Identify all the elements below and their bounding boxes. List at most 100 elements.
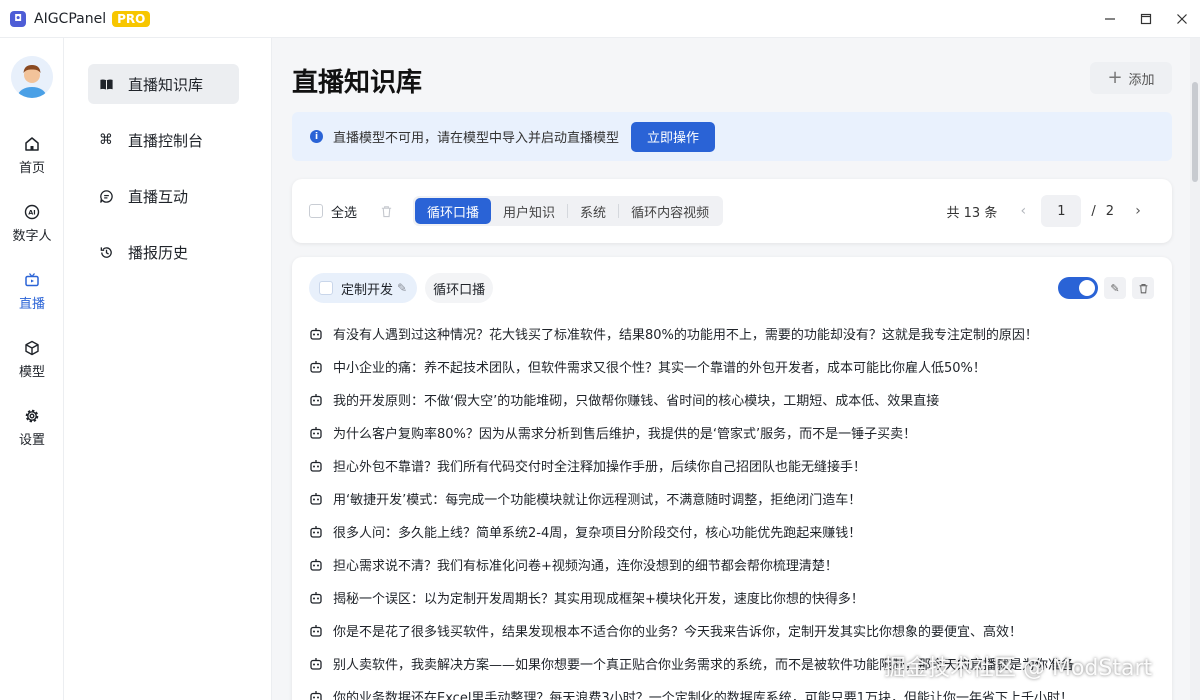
model-unavailable-alert: i 直播模型不可用，请在模型中导入并启动直播模型 立即操作 [292,112,1172,161]
list-item: 揭秘一个误区：以为定制开发周期长？其实用现成框架+模块化开发，速度比你想的快得多… [309,581,1159,614]
avatar[interactable] [11,56,53,98]
list-item-text: 有没有人遇到过这种情况？花大钱买了标准软件，结果80%的功能用不上，需要的功能却… [333,328,1038,343]
card-title: 定制开发 [341,282,394,298]
robot-icon [310,558,322,571]
tab-system[interactable]: 系统 [568,198,618,224]
robot-icon [310,393,322,406]
subnav-item-history[interactable]: 播报历史 [88,232,239,272]
rail-item-label: 模型 [18,364,45,380]
tab-user-knowledge[interactable]: 用户知识 [491,198,567,224]
list-toolbar: 全选 循环口播 用户知识 系统 循环内容视频 共 13 条 ‹ 1 / 2 › [292,179,1172,243]
secondary-nav: 直播知识库 ⌘ 直播控制台 直播互动 播报历史 [64,38,272,700]
info-icon: i [310,130,323,143]
ai-icon: AI [23,203,41,221]
rail-item-digital-human[interactable]: AI 数字人 [0,194,64,252]
add-button[interactable]: + 添加 [1090,62,1172,94]
list-item-text: 很多人问：多久能上线？简单系统2-4周，复杂项目分阶段交付，核心功能优先跑起来赚… [333,526,862,541]
page-input[interactable]: 1 [1041,195,1082,227]
pro-badge: PRO [112,10,151,27]
scrollbar-thumb[interactable] [1192,82,1198,182]
tab-loop-broadcast[interactable]: 循环口播 [415,198,492,224]
maximize-icon[interactable] [1128,0,1164,38]
trash-icon [1139,283,1147,293]
list-item: 中小企业的痛：养不起技术团队，但软件需求又很个性？其实一个靠谱的外包开发者，成本… [309,350,1159,383]
add-button-label: 添加 [1128,72,1155,88]
tab-loop-video[interactable]: 循环内容视频 [619,198,721,224]
pencil-icon[interactable]: ✎ [397,281,407,295]
robot-icon [310,591,322,604]
list-item-text: 中小企业的痛：养不起技术团队，但软件需求又很个性？其实一个靠谱的外包开发者，成本… [333,361,986,376]
card-title-tag[interactable]: 定制开发 ✎ [309,273,418,303]
rail-item-label: 直播 [18,296,45,312]
subnav-item-label: 直播互动 [128,187,189,206]
subnav-item-label: 直播知识库 [128,75,204,94]
list-item: 很多人问：多久能上线？简单系统2-4周，复杂项目分阶段交付，核心功能优先跑起来赚… [309,515,1159,548]
command-icon: ⌘ [99,132,113,148]
list-item: 为什么客户复购率80%？因为从需求分析到售后维护，我提供的是‘管家式’服务，而不… [309,416,1159,449]
watermark: 掘金技术社区 @ ModStart [884,656,1153,681]
enable-toggle[interactable] [1058,277,1098,299]
main-content: 直播知识库 + 添加 i 直播模型不可用，请在模型中导入并启动直播模型 立即操作… [273,38,1190,700]
plus-icon: + [1107,67,1123,88]
list-item-text: 为什么客户复购率80%？因为从需求分析到售后维护，我提供的是‘管家式’服务，而不… [333,427,917,442]
subnav-item-knowledge-base[interactable]: 直播知识库 [88,64,239,104]
rail-item-label: 设置 [18,432,45,448]
page-title: 直播知识库 [292,68,423,98]
close-icon[interactable] [1164,0,1200,38]
subnav-item-console[interactable]: ⌘ 直播控制台 [88,120,239,160]
rail-item-home[interactable]: 首页 [0,126,64,184]
prev-page-icon[interactable]: ‹ [1011,203,1035,219]
pagination: 共 13 条 ‹ 1 / 2 › [947,179,1150,243]
alert-text: 直播模型不可用，请在模型中导入并启动直播模型 [333,131,620,146]
act-now-button[interactable]: 立即操作 [631,121,716,152]
minimize-icon[interactable] [1092,0,1128,38]
rail-item-settings[interactable]: 设置 [0,398,64,456]
robot-icon [310,624,322,637]
tv-icon [23,271,41,289]
rail-item-model[interactable]: 模型 [0,330,64,388]
list-item-text: 你的业务数据还在Excel里手动整理？每天浪费3小时？一个定制化的数据库系统，可… [333,691,1073,700]
app-name: AIGCPanel [34,10,107,27]
select-all-checkbox[interactable]: 全选 [309,202,357,221]
robot-icon [310,690,322,700]
list-item: 有没有人遇到过这种情况？花大钱买了标准软件，结果80%的功能用不上，需要的功能却… [309,317,1159,350]
page-count: 2 [1105,203,1114,219]
page-separator: / [1091,203,1096,219]
list-item-text: 揭秘一个误区：以为定制开发周期长？其实用现成框架+模块化开发，速度比你想的快得多… [333,592,864,607]
list-item: 我的开发原则：不做‘假大空’的功能堆砌，只做帮你赚钱、省时间的核心模块，工期短、… [309,383,1159,416]
rail-item-live[interactable]: 直播 [0,262,64,320]
robot-icon [310,525,322,538]
gear-icon [23,407,41,425]
robot-icon [310,657,322,670]
chat-icon [98,188,114,204]
edit-button[interactable]: ✎ [1104,277,1126,299]
title-bar: ◘ AIGCPanel PRO [0,0,1200,38]
list-item: 你是不是花了很多钱买软件，结果发现根本不适合你的业务？今天我来告诉你，定制开发其… [309,614,1159,647]
svg-text:AI: AI [28,208,35,216]
list-item: 担心外包不靠谱？我们所有代码交付时全注释加操作手册，后续你自己招团队也能无缝接手… [309,449,1159,482]
list-item-text: 用‘敏捷开发’模式：每完成一个功能模块就让你远程测试，不满意随时调整，拒绝闭门造… [333,493,862,508]
card-checkbox[interactable] [319,281,333,295]
list-item: 你的业务数据还在Excel里手动整理？每天浪费3小时？一个定制化的数据库系统，可… [309,680,1159,700]
primary-nav-rail: 首页 AI 数字人 直播 模型 设置 [0,38,64,700]
script-lines: 有没有人遇到过这种情况？花大钱买了标准软件，结果80%的功能用不上，需要的功能却… [309,317,1159,700]
list-item: 用‘敏捷开发’模式：每完成一个功能模块就让你远程测试，不满意随时调整，拒绝闭门造… [309,482,1159,515]
cube-icon [23,339,41,357]
total-count: 共 13 条 [946,205,998,221]
bulk-delete-button[interactable] [373,198,399,224]
card-actions: ✎ [1058,277,1154,299]
subnav-item-label: 播报历史 [128,243,189,262]
list-item-text: 我的开发原则：不做‘假大空’的功能堆砌，只做帮你赚钱、省时间的核心模块，工期短、… [333,394,940,409]
window-controls [1092,0,1200,38]
list-item: 担心需求说不清？我们有标准化问卷+视频沟通，连你没想到的细节都会帮你梳理清楚！ [309,548,1159,581]
checkbox-box[interactable] [309,204,323,218]
next-page-icon[interactable]: › [1126,203,1150,219]
subnav-item-interaction[interactable]: 直播互动 [88,176,239,216]
card-header: 定制开发 ✎ 循环口播 [309,273,494,303]
delete-button[interactable] [1132,277,1154,299]
list-item-text: 你是不是花了很多钱买软件，结果发现根本不适合你的业务？今天我来告诉你，定制开发其… [333,625,1023,640]
robot-icon [310,426,322,439]
rail-item-label: 首页 [18,160,45,176]
page-scrollbar[interactable] [1190,38,1200,700]
list-item-text: 担心需求说不清？我们有标准化问卷+视频沟通，连你没想到的细节都会帮你梳理清楚！ [333,559,838,574]
